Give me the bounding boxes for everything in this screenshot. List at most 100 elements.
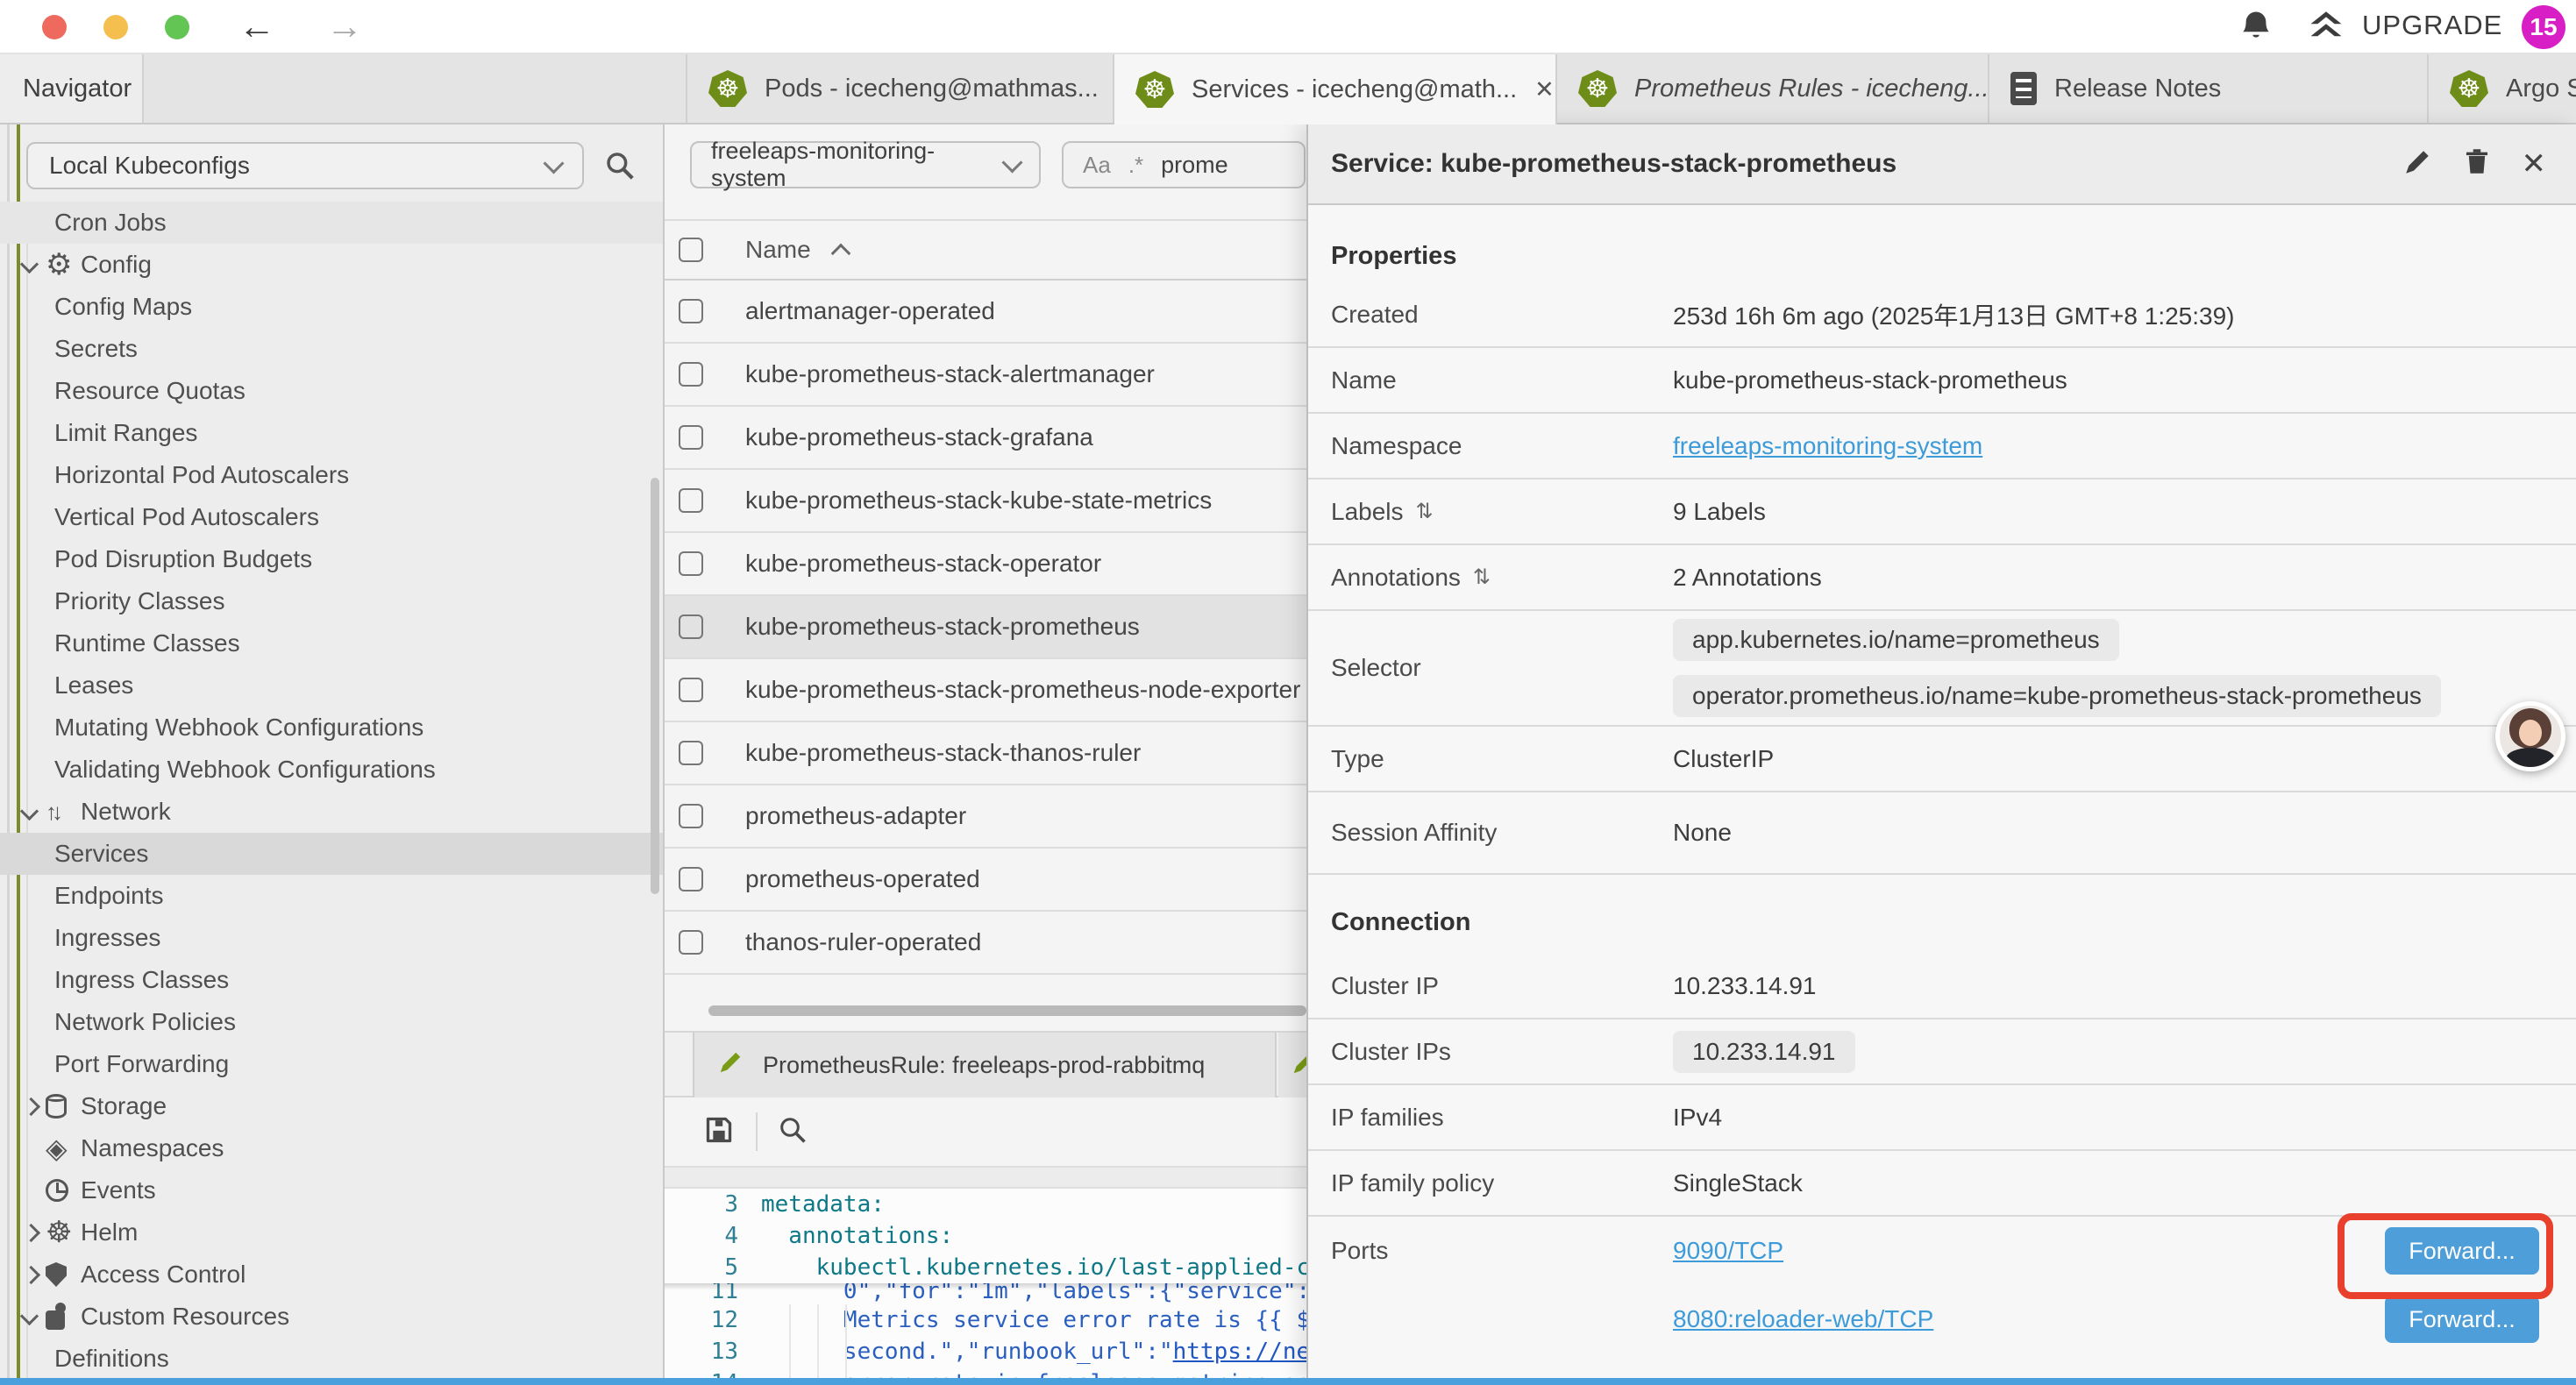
row-checkbox[interactable]	[679, 614, 703, 639]
sidebar-item[interactable]: Endpoints	[0, 875, 663, 917]
sidebar-item[interactable]: Ingress Classes	[0, 959, 663, 1001]
sidebar-item[interactable]: Definitions	[0, 1338, 663, 1380]
delete-icon[interactable]	[2462, 147, 2492, 181]
forward-button[interactable]: Forward...	[2385, 1296, 2539, 1343]
app-tab[interactable]: Release Notes ✕	[1989, 54, 2429, 123]
table-row[interactable]: kube-prometheus-stack-prometheus	[665, 596, 1306, 659]
sidebar-item[interactable]: Custom Resources	[0, 1296, 663, 1338]
sidebar-item[interactable]: Config Maps	[0, 286, 663, 328]
table-row[interactable]: prometheus-adapter	[665, 785, 1306, 849]
search-input[interactable]: Aa .* prome	[1062, 141, 1306, 188]
app-tab[interactable]: Services - icecheng@math... ✕	[1114, 54, 1557, 124]
tree-chevron-icon[interactable]	[23, 1226, 46, 1239]
row-checkbox[interactable]	[679, 930, 703, 955]
kubeconfig-selector[interactable]: Local Kubeconfigs	[26, 142, 584, 189]
save-icon[interactable]	[701, 1112, 737, 1152]
row-checkbox[interactable]	[679, 804, 703, 828]
indent-guide	[817, 1304, 819, 1380]
row-checkbox[interactable]	[679, 425, 703, 450]
sidebar-item[interactable]: Horizontal Pod Autoscalers	[0, 454, 663, 496]
name-column-header[interactable]: Name	[745, 236, 811, 264]
close-icon[interactable]: ✕	[1534, 76, 1555, 103]
sidebar-item[interactable]: Config	[0, 244, 663, 286]
port-link[interactable]: 8080:reloader-web/TCP	[1673, 1305, 1933, 1333]
sidebar-item-label: Network	[81, 798, 171, 826]
traffic-light-close-icon[interactable]	[42, 15, 67, 39]
sidebar-item[interactable]: Vertical Pod Autoscalers	[0, 496, 663, 538]
app-tab[interactable]: Argo Se ✕	[2429, 54, 2576, 123]
table-row[interactable]: kube-prometheus-stack-operator	[665, 533, 1306, 596]
tree-chevron-icon[interactable]	[23, 1268, 46, 1282]
table-row[interactable]: kube-prometheus-stack-prometheus-node-ex…	[665, 659, 1306, 722]
search-icon[interactable]	[603, 149, 637, 187]
sidebar-item[interactable]: Namespaces	[0, 1127, 663, 1169]
table-row[interactable]: thanos-ruler-operated	[665, 912, 1306, 975]
sidebar-item[interactable]: Pod Disruption Budgets	[0, 538, 663, 580]
row-checkbox[interactable]	[679, 362, 703, 387]
sidebar-item[interactable]: Services	[0, 833, 663, 875]
horizontal-scrollbar[interactable]	[708, 1005, 1306, 1016]
app-tab[interactable]: Pods - icecheng@mathmas... ✕	[686, 54, 1114, 123]
sorter-icon[interactable]: ⇅	[1416, 499, 1434, 524]
select-all-checkbox[interactable]	[679, 238, 703, 262]
sidebar-item[interactable]: Secrets	[0, 328, 663, 370]
upgrade-button[interactable]: UPGRADE	[2306, 7, 2502, 44]
sidebar-scrollbar[interactable]	[651, 478, 659, 894]
edit-icon[interactable]	[2402, 147, 2432, 181]
sidebar-item[interactable]: Storage	[0, 1085, 663, 1127]
match-case-toggle[interactable]: Aa	[1083, 152, 1111, 179]
sidebar-item[interactable]: Leases	[0, 664, 663, 707]
search-icon[interactable]	[777, 1114, 808, 1150]
table-row[interactable]: kube-prometheus-stack-grafana	[665, 407, 1306, 470]
sidebar-item[interactable]: Runtime Classes	[0, 622, 663, 664]
traffic-light-minimize-icon[interactable]	[103, 15, 128, 39]
close-icon[interactable]: ✕	[2522, 149, 2547, 179]
sidebar-item[interactable]: Events	[0, 1169, 663, 1211]
sidebar-item[interactable]: Validating Webhook Configurations	[0, 749, 663, 791]
sidebar-item[interactable]: Access Control	[0, 1254, 663, 1296]
traffic-light-zoom-icon[interactable]	[165, 15, 189, 39]
sidebar-item[interactable]: Mutating Webhook Configurations	[0, 707, 663, 749]
table-row[interactable]: kube-prometheus-stack-thanos-ruler	[665, 722, 1306, 785]
detail-value-text: 10.233.14.91	[1673, 1031, 1855, 1073]
table-row[interactable]: kube-prometheus-stack-alertmanager	[665, 344, 1306, 407]
editor-tab[interactable]: PrometheusRule: freeleaps-prod-rabbitmq	[693, 1033, 1277, 1097]
row-checkbox[interactable]	[679, 741, 703, 765]
yaml-editor[interactable]: 3 metadata: 4 annotations: 5 kubectl.kub…	[665, 1189, 1306, 1380]
sidebar-item[interactable]: Priority Classes	[0, 580, 663, 622]
notification-badge[interactable]: 15	[2522, 5, 2565, 49]
app-tab[interactable]: Prometheus Rules - icecheng... ✕	[1557, 54, 1989, 123]
row-checkbox[interactable]	[679, 678, 703, 702]
port-link[interactable]: 9090/TCP	[1673, 1237, 1783, 1265]
editor-tab-partial[interactable]	[1278, 1033, 1306, 1097]
tree-chevron-icon[interactable]	[23, 1100, 46, 1113]
sidebar-item[interactable]: Helm	[0, 1211, 663, 1254]
tree-chevron-icon[interactable]	[23, 259, 46, 271]
avatar[interactable]	[2495, 701, 2565, 771]
sidebar-item[interactable]: Network Policies	[0, 1001, 663, 1043]
back-icon[interactable]: ←	[238, 4, 275, 49]
sorter-icon[interactable]: ⇅	[1473, 565, 1491, 590]
table-row[interactable]: alertmanager-operated	[665, 281, 1306, 344]
table-row[interactable]: prometheus-operated	[665, 849, 1306, 912]
regex-toggle[interactable]: .*	[1128, 152, 1143, 179]
tree-chevron-icon[interactable]	[23, 806, 46, 818]
app-window: ← → UPGRADE 15 Navigator Pods - icecheng…	[0, 0, 2576, 1385]
sidebar-item[interactable]: Network	[0, 791, 663, 833]
row-checkbox[interactable]	[679, 299, 703, 323]
sort-asc-icon[interactable]	[830, 244, 850, 264]
bell-icon[interactable]	[2238, 9, 2274, 50]
tree-chevron-icon[interactable]	[23, 1311, 46, 1323]
sidebar-item[interactable]: Resource Quotas	[0, 370, 663, 412]
sidebar-item[interactable]: Limit Ranges	[0, 412, 663, 454]
navigator-panel-tab[interactable]: Navigator	[0, 54, 144, 123]
sidebar-item[interactable]: Cron Jobs	[0, 202, 663, 244]
sidebar-item[interactable]: Port Forwarding	[0, 1043, 663, 1085]
namespace-selector[interactable]: freeleaps-monitoring-system	[690, 141, 1041, 188]
forward-icon[interactable]: →	[326, 4, 363, 49]
table-row[interactable]: kube-prometheus-stack-kube-state-metrics	[665, 470, 1306, 533]
row-checkbox[interactable]	[679, 551, 703, 576]
row-checkbox[interactable]	[679, 488, 703, 513]
row-checkbox[interactable]	[679, 867, 703, 891]
sidebar-item[interactable]: Ingresses	[0, 917, 663, 959]
